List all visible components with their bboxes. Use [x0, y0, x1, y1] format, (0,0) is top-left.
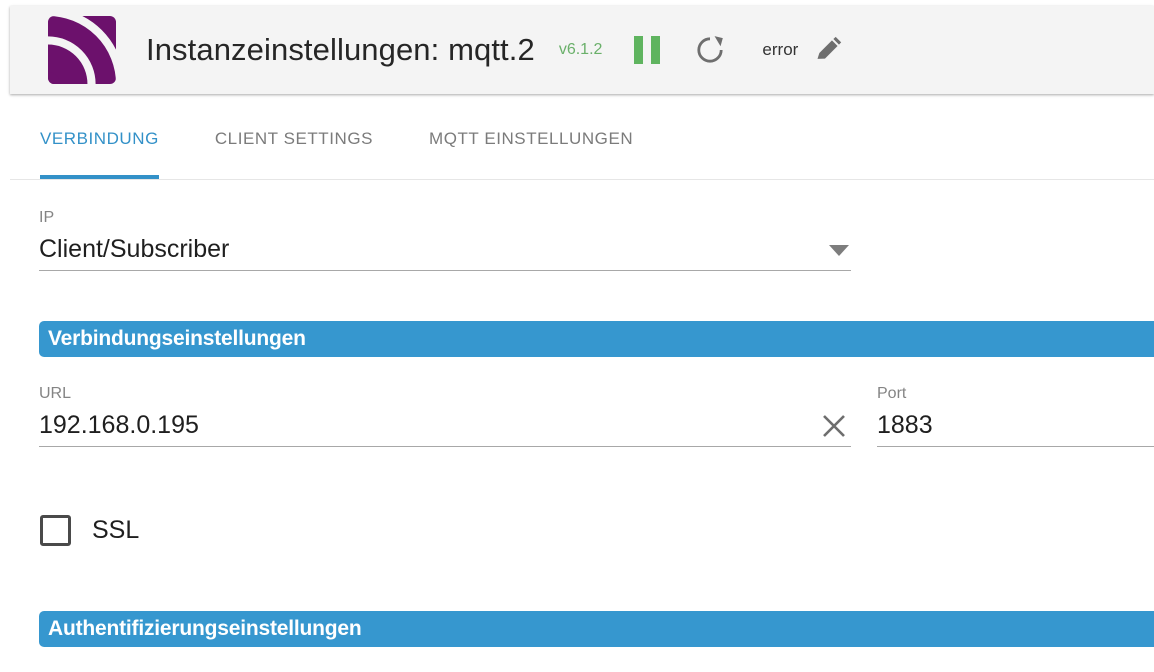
- section-header-connection: Verbindungseinstellungen: [39, 321, 1154, 357]
- ip-selected-value: Client/Subscriber: [39, 235, 230, 263]
- port-input-row[interactable]: 1883: [877, 403, 1154, 447]
- pause-icon[interactable]: [634, 36, 661, 64]
- pause-bar-right: [651, 36, 661, 64]
- pencil-icon[interactable]: [814, 36, 842, 64]
- ip-label: IP: [39, 209, 55, 226]
- ip-select-row[interactable]: Client/Subscriber: [39, 227, 851, 271]
- settings-form: IP Client/Subscriber Verbindungseinstell…: [0, 181, 1154, 672]
- port-input[interactable]: 1883: [877, 410, 1154, 446]
- version-badge: v6.1.2: [558, 41, 603, 58]
- ssl-checkbox[interactable]: SSL: [40, 515, 139, 546]
- tab-verbindung[interactable]: VERBINDUNG: [40, 108, 159, 179]
- url-field[interactable]: URL 192.168.0.195: [39, 385, 851, 447]
- mqtt-signal-icon: [48, 16, 116, 84]
- tab-label: MQTT EINSTELLUNGEN: [429, 129, 634, 148]
- url-input[interactable]: 192.168.0.195: [39, 410, 809, 446]
- url-label: URL: [39, 385, 72, 402]
- pause-bar-left: [634, 36, 644, 64]
- port-field[interactable]: Port 1883: [877, 385, 1154, 447]
- tab-label: CLIENT SETTINGS: [214, 129, 373, 148]
- status-badge: error: [762, 40, 799, 59]
- page-title: Instanzeinstellungen: mqtt.2: [146, 32, 535, 67]
- ip-select-field[interactable]: IP Client/Subscriber: [39, 209, 851, 271]
- refresh-icon[interactable]: [694, 34, 726, 66]
- tab-mqtt-einstellungen[interactable]: MQTT EINSTELLUNGEN: [429, 108, 633, 179]
- close-icon[interactable]: [819, 411, 849, 441]
- ssl-label: SSL: [92, 516, 140, 544]
- header-bar: Instanzeinstellungen: mqtt.2 v6.1.2 erro…: [10, 6, 1154, 94]
- tab-client-settings[interactable]: CLIENT SETTINGS: [215, 108, 373, 179]
- chevron-down-icon[interactable]: [829, 245, 849, 256]
- port-label: Port: [877, 385, 907, 402]
- url-input-row[interactable]: 192.168.0.195: [39, 403, 851, 447]
- ssl-checkbox-box[interactable]: [40, 515, 71, 546]
- section-header-authentication: Authentifizierungseinstellungen: [39, 611, 1154, 647]
- tab-bar: VERBINDUNG CLIENT SETTINGS MQTT EINSTELL…: [10, 108, 1154, 180]
- tab-label: VERBINDUNG: [40, 129, 159, 148]
